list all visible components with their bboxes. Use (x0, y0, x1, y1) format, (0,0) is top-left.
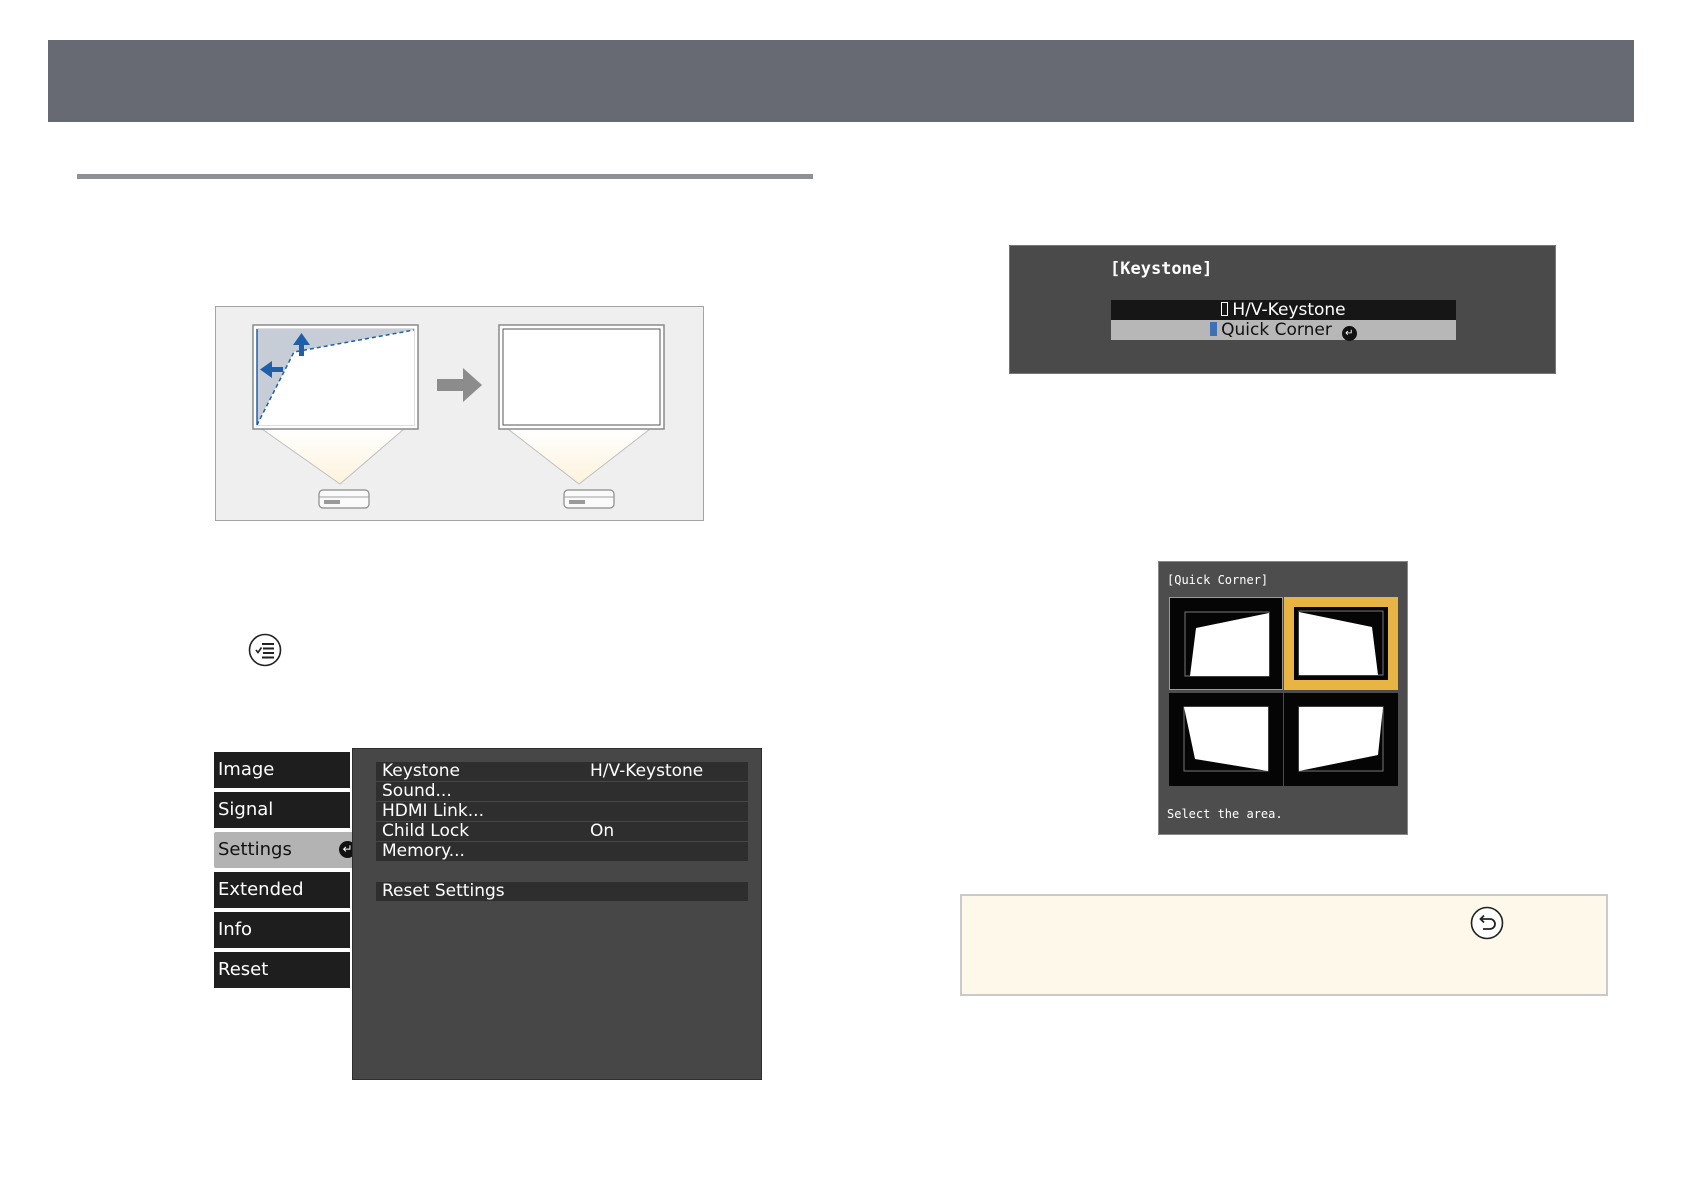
row-label: Sound... (382, 781, 452, 801)
menu-row-memory[interactable]: Memory... (376, 842, 748, 861)
corner-cell-bottom-right[interactable] (1284, 693, 1398, 786)
corrected-screen (498, 324, 665, 509)
tab-extended[interactable]: Extended (214, 872, 350, 908)
corner-cell-top-right[interactable] (1284, 597, 1398, 690)
note-box (960, 894, 1608, 996)
tab-reset[interactable]: Reset (214, 952, 350, 988)
row-value: H/V-Keystone (590, 761, 704, 781)
row-label: HDMI Link... (382, 801, 484, 821)
tab-label: Info (218, 919, 253, 940)
dialog-title: [Keystone] (1110, 259, 1213, 279)
indicator-icon (1221, 302, 1229, 316)
row-value: On (590, 821, 615, 841)
quad-icon (1183, 706, 1269, 772)
indicator-icon (1210, 322, 1218, 336)
row-label: Keystone (382, 761, 460, 781)
tab-signal[interactable]: Signal (214, 792, 350, 828)
dialog-title: [Quick Corner] (1167, 573, 1269, 587)
tab-label: Extended (218, 879, 304, 900)
corner-cell-bottom-left[interactable] (1169, 693, 1283, 786)
row-label: Reset Settings (382, 881, 505, 901)
keystone-dialog: [Keystone] H/V-Keystone Quick Corner ↵ (1009, 245, 1556, 374)
tab-info[interactable]: Info (214, 912, 350, 948)
menu-row-hdmi-link[interactable]: HDMI Link... (376, 802, 748, 821)
settings-menu-screenshot: Image Signal Settings ↵ Extended Info Re… (214, 748, 762, 1080)
menu-row-child-lock[interactable]: Child Lock On (376, 822, 748, 841)
back-button-icon (1470, 906, 1504, 940)
option-quick-corner[interactable]: Quick Corner ↵ (1111, 320, 1456, 341)
option-hv-keystone[interactable]: H/V-Keystone (1111, 300, 1456, 320)
section-divider (77, 174, 813, 179)
quad-icon (1298, 706, 1384, 772)
tab-label: Reset (218, 959, 269, 980)
row-label: Memory... (382, 841, 465, 861)
menu-row-reset-settings[interactable]: Reset Settings (376, 882, 748, 901)
top-banner (48, 40, 1634, 122)
quad-icon (1294, 607, 1388, 680)
enter-icon: ↵ (1341, 326, 1357, 341)
menu-row-sound[interactable]: Sound... (376, 782, 748, 801)
row-label: Child Lock (382, 821, 470, 841)
settings-panel: Keystone H/V-Keystone Sound... HDMI Link… (352, 748, 762, 1080)
tab-image[interactable]: Image (214, 752, 350, 788)
corner-cell-top-left[interactable] (1169, 597, 1283, 690)
menu-button-icon (248, 633, 282, 667)
distorted-screen (252, 324, 419, 509)
projector-icon (563, 489, 615, 509)
tab-label: Settings (218, 839, 292, 860)
menu-row-keystone[interactable]: Keystone H/V-Keystone (376, 762, 748, 781)
keystone-illustration (215, 306, 704, 521)
projector-icon (318, 489, 370, 509)
quad-icon (1184, 611, 1270, 677)
tab-label: Image (218, 759, 275, 780)
tab-settings[interactable]: Settings ↵ (214, 832, 362, 868)
quick-corner-dialog: [Quick Corner] Select the area. (1158, 561, 1408, 835)
right-arrow-icon (437, 368, 482, 402)
option-label: Quick Corner (1221, 320, 1332, 340)
tab-label: Signal (218, 799, 274, 820)
dialog-hint: Select the area. (1167, 807, 1283, 821)
option-label: H/V-Keystone (1232, 300, 1346, 320)
